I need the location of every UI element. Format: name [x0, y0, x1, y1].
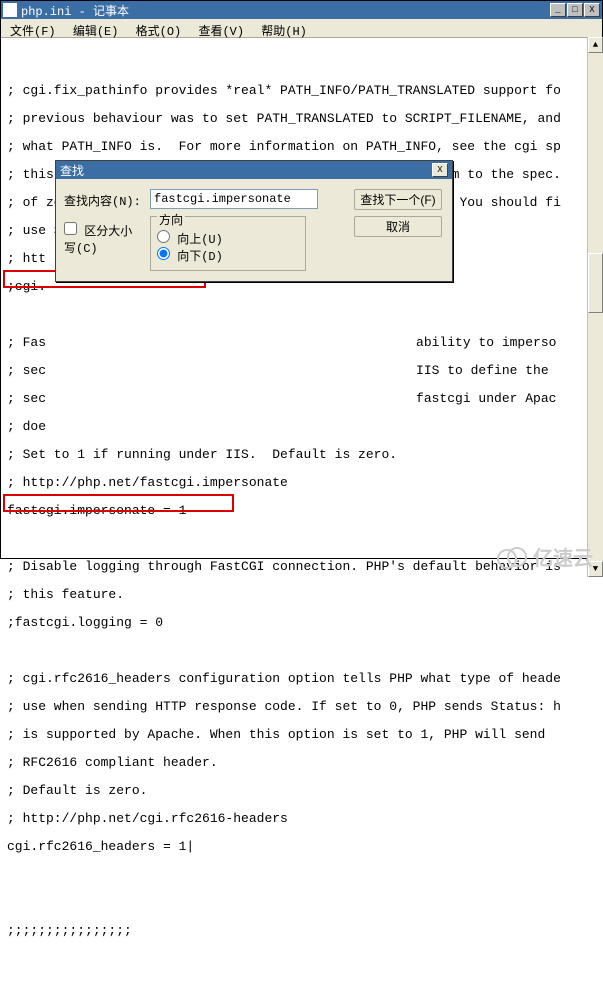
text-line: ; http://php.net/cgi.rfc2616-headers: [7, 812, 600, 826]
text-line: ; Fasability to imperso: [7, 336, 600, 350]
window-title: php.ini - 记事本: [21, 2, 550, 19]
text-line: ; RFC2616 compliant header.: [7, 756, 600, 770]
text-line: ; secfastcgi under Apac: [7, 392, 600, 406]
text-line: cgi.rfc2616_headers = 1|: [7, 840, 600, 854]
text-line: [7, 644, 600, 658]
titlebar[interactable]: php.ini - 记事本 _ □ X: [1, 1, 602, 19]
vertical-scrollbar[interactable]: ▲ ▼: [587, 37, 603, 577]
text-line: [7, 868, 600, 882]
text-line: ; doe: [7, 420, 600, 434]
text-line: ; Default is zero.: [7, 784, 600, 798]
find-label: 查找内容(N):: [64, 189, 144, 209]
dialog-close-button[interactable]: X: [432, 163, 448, 177]
text-line: [7, 308, 600, 322]
text-line: ; is supported by Apache. When this opti…: [7, 728, 600, 742]
scroll-thumb[interactable]: [588, 253, 603, 313]
maximize-button[interactable]: □: [567, 3, 583, 17]
watermark-text: 亿速云: [533, 548, 593, 570]
text-line: ;fastcgi.logging = 0: [7, 616, 600, 630]
menubar: 文件(F) 编辑(E) 格式(O) 查看(V) 帮助(H): [1, 19, 602, 38]
text-line: ; cgi.rfc2616_headers configuration opti…: [7, 672, 600, 686]
text-line: ;;;;;;;;;;;;;;;;: [7, 924, 600, 938]
match-case-checkbox[interactable]: 区分大小写(C): [64, 225, 132, 256]
radio-down[interactable]: 向下(D): [157, 247, 223, 264]
watermark: 亿速云: [497, 542, 593, 571]
scroll-up-button[interactable]: ▲: [588, 37, 603, 53]
direction-legend: 方向: [157, 211, 185, 228]
text-line: ; this feature.: [7, 588, 600, 602]
match-case-input[interactable]: [64, 222, 77, 235]
dialog-title: 查找: [60, 162, 432, 179]
find-input[interactable]: [150, 189, 318, 209]
cloud-icon: [497, 547, 527, 565]
cancel-button[interactable]: 取消: [354, 216, 442, 237]
text-line: ; http://php.net/fastcgi.impersonate: [7, 476, 600, 490]
text-line: ; what PATH_INFO is. For more informatio…: [7, 140, 600, 154]
text-line: ; cgi.fix_pathinfo provides *real* PATH_…: [7, 84, 600, 98]
highlight-rfc2616-headers: [3, 494, 234, 512]
find-dialog: 查找 X 查找内容(N): 查找下一个(F) 区分大小写(C) 方向 向上(U)…: [55, 160, 453, 282]
text-line: [7, 56, 600, 70]
text-line: ; Set to 1 if running under IIS. Default…: [7, 448, 600, 462]
direction-group: 方向 向上(U) 向下(D): [150, 216, 306, 271]
app-icon: [3, 3, 17, 17]
text-line: ; use when sending HTTP response code. I…: [7, 700, 600, 714]
radio-up[interactable]: 向上(U): [157, 230, 223, 247]
text-line: [7, 896, 600, 910]
text-line: ; previous behaviour was to set PATH_TRA…: [7, 112, 600, 126]
text-area[interactable]: ; cgi.fix_pathinfo provides *real* PATH_…: [1, 38, 602, 558]
text-line: ; secIIS to define the: [7, 364, 600, 378]
dialog-titlebar[interactable]: 查找 X: [56, 161, 452, 179]
close-button[interactable]: X: [584, 3, 600, 17]
find-next-button[interactable]: 查找下一个(F): [354, 189, 442, 210]
minimize-button[interactable]: _: [550, 3, 566, 17]
